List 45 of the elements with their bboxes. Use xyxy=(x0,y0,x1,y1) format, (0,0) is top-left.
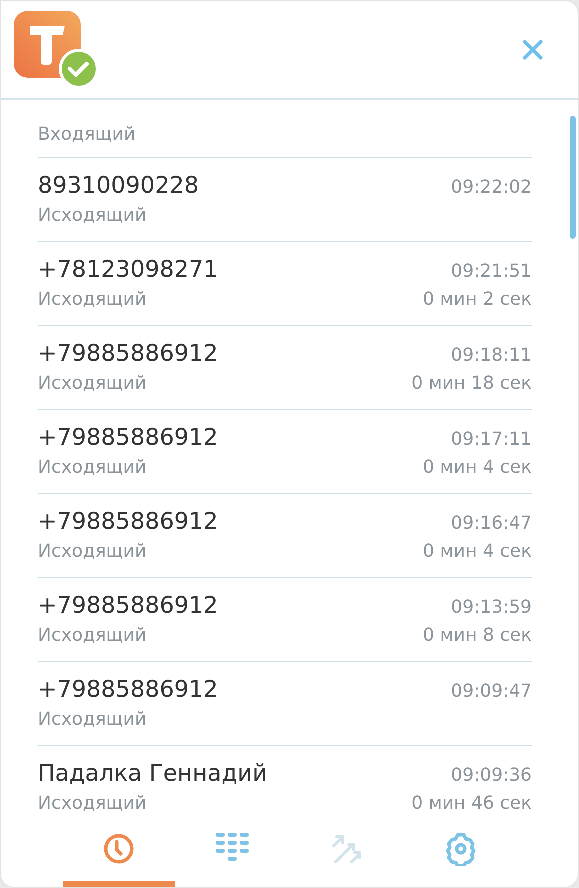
call-time: 09:16:47 xyxy=(451,513,532,534)
call-duration: 0 мин 8 сек xyxy=(423,625,532,646)
call-duration: 0 мин 4 сек xyxy=(423,541,532,562)
call-type: Исходящий xyxy=(38,205,147,226)
scrollbar-thumb[interactable] xyxy=(570,116,576,239)
caller-name: 89310090228 xyxy=(38,173,199,199)
call-type: Исходящий xyxy=(38,709,147,730)
call-time: 09:17:11 xyxy=(451,429,532,450)
call-time: 09:21:51 xyxy=(451,261,532,282)
call-time: 09:22:02 xyxy=(451,177,532,198)
call-time: 09:13:59 xyxy=(451,597,532,618)
call-row[interactable]: +79885886912 09:13:59 Исходящий 0 мин 8 сек xyxy=(38,578,532,662)
caller-name: Падалка Геннадий xyxy=(38,761,268,787)
call-row[interactable]: 89310090228 09:22:02 Исходящий xyxy=(38,158,532,242)
app-logo-icon xyxy=(14,10,98,88)
call-duration: 0 мин 46 сек xyxy=(412,793,532,814)
call-type: Исходящий xyxy=(38,541,147,562)
call-time: 09:18:11 xyxy=(451,345,532,366)
arrows-icon xyxy=(330,833,362,865)
clock-icon xyxy=(102,833,134,865)
close-icon[interactable] xyxy=(522,38,544,60)
call-duration: 0 мин 4 сек xyxy=(423,457,532,478)
call-type: Исходящий xyxy=(38,373,147,394)
call-time: 09:09:36 xyxy=(451,765,532,786)
caller-name: +79885886912 xyxy=(38,509,218,535)
call-row[interactable]: +79885886912 09:17:11 Исходящий 0 мин 4 сек xyxy=(38,410,532,494)
call-row[interactable]: +79885886912 09:16:47 Исходящий 0 мин 4 сек xyxy=(38,494,532,578)
caller-name: +79885886912 xyxy=(38,425,218,451)
caller-name: +79885886912 xyxy=(38,593,218,619)
call-type: Исходящий xyxy=(38,793,147,814)
call-duration: 0 мин 2 сек xyxy=(423,289,532,310)
settings-icon xyxy=(444,832,478,866)
call-duration: 0 мин 18 сек xyxy=(412,373,532,394)
call-type: Исходящий xyxy=(38,289,147,310)
caller-name: +78123098271 xyxy=(38,257,218,283)
call-time: 09:09:47 xyxy=(451,681,532,702)
call-row[interactable]: +78123098271 09:21:51 Исходящий 0 мин 2 сек xyxy=(38,242,532,326)
call-type: Исходящий xyxy=(38,457,147,478)
call-type: Исходящий xyxy=(38,625,147,646)
call-row[interactable]: +79885886912 09:18:11 Исходящий 0 мин 18 сек xyxy=(38,326,532,410)
call-type: Входящий xyxy=(38,124,137,145)
caller-name: +79885886912 xyxy=(38,677,218,703)
call-row[interactable]: Падалка Геннадий 09:09:36 Исходящий 0 мин 46 сек xyxy=(38,746,532,817)
call-row[interactable]: +79885886912 09:09:47 Исходящий xyxy=(38,662,532,746)
caller-name: +79885886912 xyxy=(38,341,218,367)
